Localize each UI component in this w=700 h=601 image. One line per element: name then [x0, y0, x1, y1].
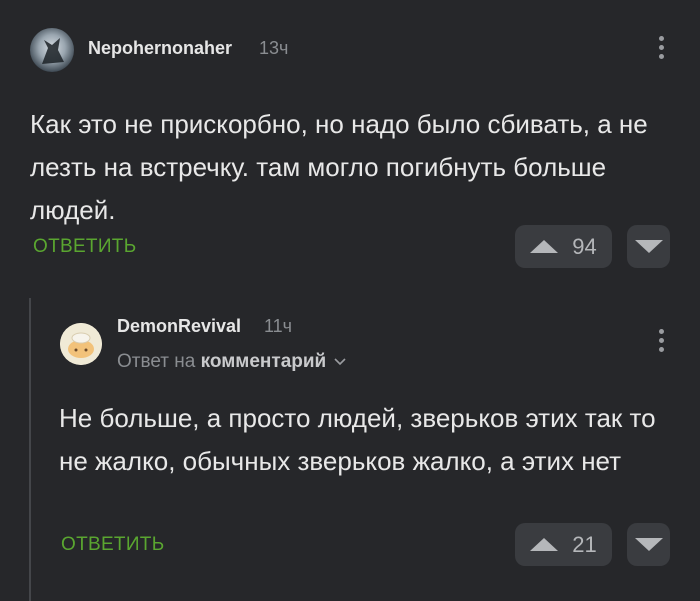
reply-button[interactable]: ОТВЕТИТЬ — [61, 534, 164, 556]
avatar[interactable] — [30, 28, 74, 72]
reply-to-prefix: Ответ на — [117, 351, 196, 372]
downvote-icon — [634, 240, 663, 253]
downvote-button[interactable] — [627, 523, 670, 566]
upvote-icon — [530, 240, 559, 253]
downvote-button[interactable] — [627, 225, 670, 268]
comment-time: 11ч — [264, 316, 293, 336]
comment-time: 13ч — [259, 38, 289, 58]
more-vertical-icon[interactable] — [656, 36, 666, 59]
upvote-button[interactable]: 94 — [515, 225, 612, 268]
comment-text: Как это не прискорбно, но надо было сбив… — [30, 109, 648, 225]
vote-count: 94 — [572, 233, 597, 259]
reply-to-target[interactable]: комментарий — [201, 351, 327, 372]
vote-count: 21 — [572, 531, 597, 557]
more-vertical-icon[interactable] — [656, 329, 666, 352]
reply-to-line[interactable]: Ответ на комментарий — [117, 351, 346, 373]
comment-username[interactable]: DemonRevival — [117, 316, 241, 337]
chevron-down-icon[interactable] — [333, 358, 346, 366]
avatar[interactable] — [60, 323, 102, 365]
upvote-button[interactable]: 21 — [515, 523, 612, 566]
upvote-icon — [530, 538, 559, 551]
comment-text: Не больше, а просто людей, зверьков этих… — [59, 403, 656, 476]
thread-line[interactable] — [29, 298, 31, 601]
reply-button[interactable]: ОТВЕТИТЬ — [33, 236, 136, 258]
comment-username[interactable]: Nepohernonaher — [88, 38, 232, 59]
downvote-icon — [634, 538, 663, 551]
